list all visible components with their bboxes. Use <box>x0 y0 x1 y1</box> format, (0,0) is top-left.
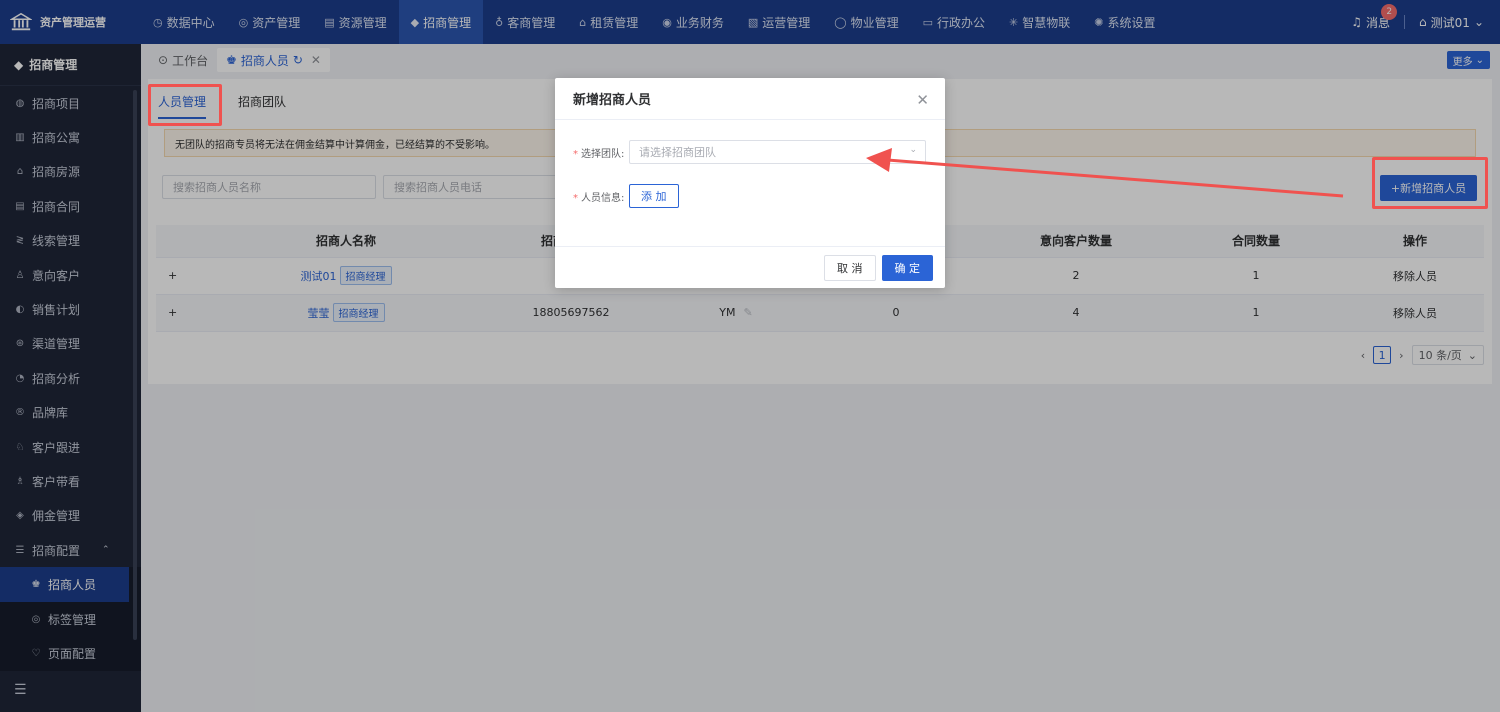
info-label-text: 人员信息: <box>581 192 625 204</box>
dialog-title: 新增招商人员 <box>555 78 945 120</box>
team-select[interactable]: 请选择招商团队 ⌄ <box>629 140 926 164</box>
close-icon[interactable]: ✕ <box>916 91 929 109</box>
team-label: * 选择团队: <box>573 145 629 160</box>
dialog-footer: 取 消 确 定 <box>555 246 945 288</box>
team-label-text: 选择团队: <box>581 148 625 160</box>
required-mark: * <box>573 192 578 204</box>
confirm-button[interactable]: 确 定 <box>881 254 933 281</box>
chevron-down-icon: ⌄ <box>909 145 917 155</box>
info-form-row: * 人员信息: 添 加 <box>573 184 679 208</box>
team-select-placeholder: 请选择招商团队 <box>639 146 716 159</box>
add-staff-dialog: 新增招商人员 ✕ * 选择团队: 请选择招商团队 ⌄ * 人员信息: 添 加 取 消… <box>555 78 945 288</box>
team-form-row: * 选择团队: 请选择招商团队 ⌄ <box>573 140 926 164</box>
info-label: * 人员信息: <box>573 189 629 204</box>
required-mark: * <box>573 148 578 160</box>
cancel-button[interactable]: 取 消 <box>824 254 876 281</box>
add-info-button[interactable]: 添 加 <box>629 184 679 208</box>
